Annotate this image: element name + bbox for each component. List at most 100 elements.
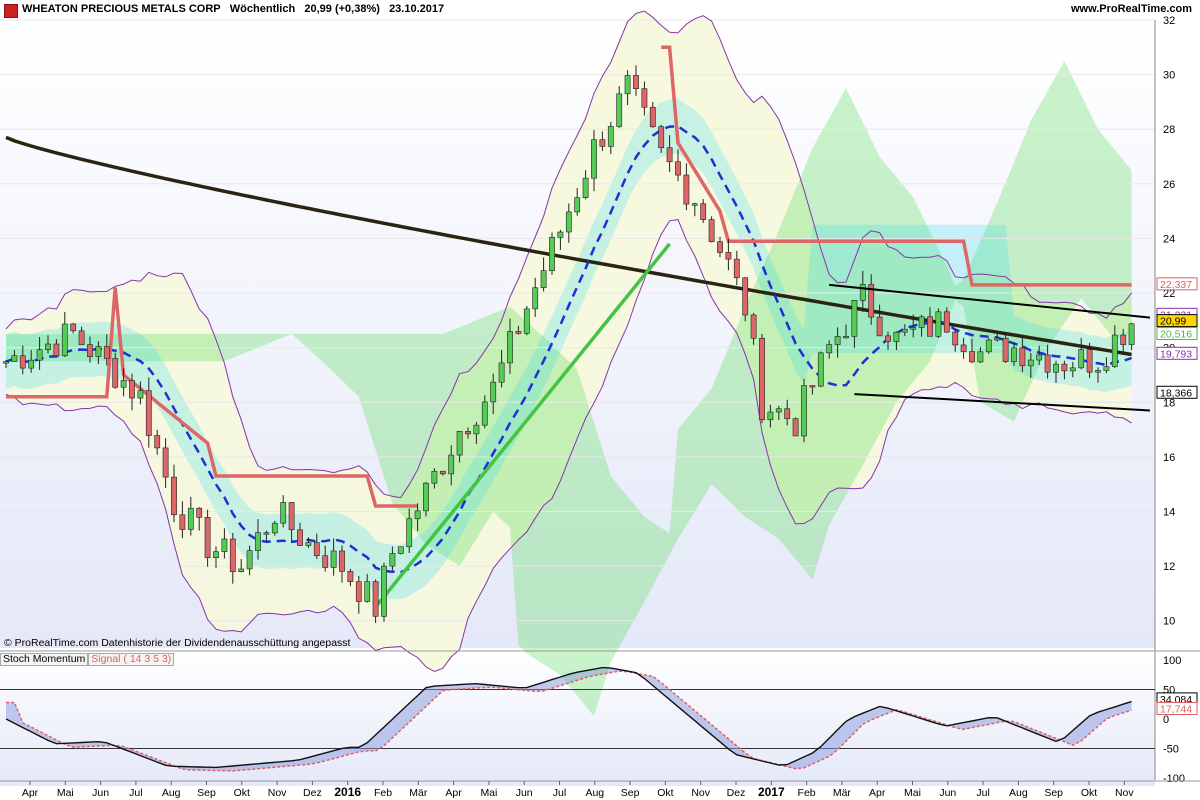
x-tick-label: Okt: [234, 787, 250, 799]
x-tick-label: Mär: [833, 787, 852, 799]
candle-body: [347, 571, 354, 582]
x-tick-label: Mär: [409, 787, 428, 799]
x-tick-label: Dez: [303, 787, 322, 799]
x-tick-label: Aug: [585, 787, 604, 799]
candle-body: [498, 362, 505, 383]
candle-body: [129, 380, 135, 399]
candle-body: [87, 344, 93, 357]
candle-body: [1086, 349, 1093, 373]
candle-body: [313, 542, 320, 557]
x-tick-label: 2017: [758, 785, 785, 799]
candle-body: [599, 139, 606, 147]
candle-body: [263, 532, 270, 535]
candle-body: [658, 126, 665, 149]
price-tick-label: 12: [1163, 561, 1175, 573]
candle-body: [145, 390, 152, 436]
candle-body: [448, 454, 455, 475]
candle-body: [943, 311, 950, 333]
candle-body: [389, 553, 396, 567]
candle-body: [439, 470, 446, 475]
candle-body: [607, 126, 614, 147]
x-tick-label: Nov: [268, 787, 287, 799]
candle-body: [19, 355, 26, 369]
x-tick-label: Jul: [129, 787, 142, 799]
candle-body: [381, 565, 387, 617]
candle-body: [708, 219, 715, 243]
candle-body: [271, 522, 278, 534]
x-tick-label: Mai: [904, 787, 921, 799]
candle-body: [11, 355, 18, 362]
price-tick-label: 24: [1163, 233, 1175, 245]
candle-body: [549, 237, 555, 271]
price-tick-label: 32: [1163, 15, 1175, 27]
candle-body: [641, 88, 648, 108]
candle-body: [1120, 334, 1127, 345]
x-tick-label: Jun: [516, 787, 533, 799]
candle-body: [431, 470, 438, 484]
osc-tick-label: -100: [1163, 773, 1185, 785]
oscillator-legend: Stoch Momentum Signal ( 14 3 5 3): [0, 653, 175, 666]
candle-body: [507, 331, 513, 364]
candle-body: [1011, 347, 1017, 362]
candle-body: [372, 581, 379, 617]
candle-body: [1019, 347, 1026, 367]
candle-body: [742, 277, 749, 316]
candle-body: [1044, 354, 1051, 373]
candle-body: [70, 323, 77, 332]
candle-body: [859, 284, 866, 301]
candle-body: [691, 203, 698, 206]
candle-body: [330, 550, 337, 568]
candle-body: [582, 177, 589, 198]
price-tick-label: 14: [1163, 506, 1175, 518]
candle-body: [1078, 349, 1085, 369]
candle-body: [918, 316, 925, 328]
candle-body: [473, 424, 480, 435]
candle-body: [759, 337, 765, 421]
x-tick-label: Nov: [691, 787, 710, 799]
price-label: 18,366: [1160, 387, 1192, 399]
candle-body: [1069, 367, 1076, 372]
candle-body: [935, 311, 942, 337]
candle-body: [633, 75, 639, 90]
candle-body: [792, 418, 799, 437]
candle-body: [36, 349, 43, 361]
candle-body: [1027, 359, 1034, 367]
candle-body: [826, 344, 833, 354]
candle-body: [994, 337, 1001, 341]
candle-body: [423, 482, 429, 512]
x-tick-label: Aug: [1009, 787, 1028, 799]
x-tick-label: Apr: [869, 787, 886, 799]
candle-body: [414, 510, 421, 520]
candle-body: [809, 385, 816, 388]
osc-tick-label: -50: [1163, 744, 1179, 756]
candle-body: [465, 431, 471, 435]
candle-body: [910, 327, 917, 330]
candle-body: [876, 316, 883, 337]
candle-body: [952, 331, 959, 346]
candle-body: [666, 147, 673, 163]
candle-body: [288, 502, 295, 531]
price-chart[interactable]: 10121416182022242628303222,33721,22120,9…: [0, 0, 1200, 800]
candle-body: [1061, 363, 1068, 372]
x-tick-label: Jun: [939, 787, 956, 799]
candle-body: [112, 358, 119, 388]
candle-body: [255, 532, 261, 551]
x-tick-label: Apr: [22, 787, 39, 799]
osc-legend-item-0[interactable]: Stoch Momentum: [0, 653, 89, 666]
price-tick-label: 30: [1163, 70, 1175, 82]
x-tick-label: Apr: [445, 787, 462, 799]
x-tick-label: Okt: [1081, 787, 1097, 799]
candle-body: [456, 431, 463, 456]
candle-body: [1111, 334, 1118, 368]
candle-body: [649, 106, 656, 127]
candle-body: [305, 542, 312, 546]
candle-body: [339, 550, 345, 572]
x-tick-label: Sep: [621, 787, 640, 799]
candle-body: [1095, 370, 1101, 373]
candle-body: [179, 514, 186, 530]
candle-body: [297, 529, 303, 546]
candle-body: [229, 538, 236, 572]
candle-body: [574, 197, 581, 213]
candle-body: [481, 401, 488, 426]
osc-legend-item-1[interactable]: Signal ( 14 3 5 3): [88, 653, 175, 666]
